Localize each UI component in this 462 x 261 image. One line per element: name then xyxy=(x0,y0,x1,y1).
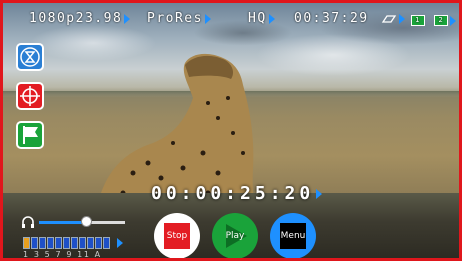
audio-meter-bar xyxy=(71,237,78,249)
volume-slider-fill xyxy=(39,221,87,224)
crosshair-icon xyxy=(20,86,40,106)
battery-1-icon: 1 xyxy=(411,15,425,26)
audio-channel-labels: 1 3 5 7 9 11 A xyxy=(23,250,102,259)
battery-selector[interactable]: 1 2 xyxy=(411,13,457,28)
timecode-display[interactable]: 00:00:25:20 xyxy=(151,183,323,204)
disable-touch-button[interactable] xyxy=(16,43,44,71)
play-button-label: Play xyxy=(225,231,245,241)
chevron-right-icon xyxy=(450,15,457,26)
audio-meter-bar xyxy=(31,237,38,249)
menu-button[interactable]: Menu xyxy=(270,213,316,258)
hourglass-icon xyxy=(20,47,40,67)
chevron-right-icon xyxy=(204,13,211,24)
audio-meter-bar xyxy=(103,237,110,249)
chevron-right-icon xyxy=(124,13,131,24)
stop-button[interactable]: Stop xyxy=(154,213,200,258)
audio-meter-bar xyxy=(95,237,102,249)
codec-selector[interactable]: ProRes xyxy=(147,11,211,26)
remaining-time-label: 00:37:29 xyxy=(294,11,369,26)
battery-2-icon: 2 xyxy=(434,15,449,26)
flag-icon xyxy=(23,126,38,144)
chevron-right-icon xyxy=(398,13,405,24)
focus-assist-button[interactable] xyxy=(16,82,44,110)
audio-meter-bar xyxy=(47,237,54,249)
audio-meter-bar xyxy=(87,237,94,249)
monitor-screen: 1080p23.98 ProRes HQ 00:37:29 1 2 00:00:… xyxy=(0,0,462,261)
format-label: 1080p23.98 xyxy=(29,11,123,26)
chevron-right-icon xyxy=(316,189,323,199)
status-bar: 1080p23.98 ProRes HQ 00:37:29 1 2 xyxy=(3,11,459,29)
media-card-icon xyxy=(381,14,397,23)
stop-button-label: Stop xyxy=(164,223,190,249)
timecode-value: 00:00:25:20 xyxy=(151,183,315,204)
chevron-right-icon xyxy=(117,238,123,248)
format-selector[interactable]: 1080p23.98 xyxy=(29,11,131,26)
quality-label: HQ xyxy=(248,11,267,26)
volume-slider-knob[interactable] xyxy=(81,216,93,227)
quality-selector[interactable]: HQ xyxy=(248,11,275,26)
audio-meter-bar xyxy=(23,237,30,249)
codec-label: ProRes xyxy=(147,11,203,26)
play-button[interactable]: Play xyxy=(212,213,258,258)
audio-meter-bar xyxy=(63,237,70,249)
audio-meter-bar xyxy=(39,237,46,249)
bookmark-button[interactable] xyxy=(16,121,44,149)
remaining-time-selector[interactable]: 00:37:29 xyxy=(294,11,405,26)
audio-meter-bar xyxy=(55,237,62,249)
menu-button-label: Menu xyxy=(280,223,306,249)
headphones-icon xyxy=(22,216,34,228)
audio-meter-bar xyxy=(79,237,86,249)
chevron-right-icon xyxy=(268,13,275,24)
audio-panel: 1 3 5 7 9 11 A xyxy=(17,213,127,259)
